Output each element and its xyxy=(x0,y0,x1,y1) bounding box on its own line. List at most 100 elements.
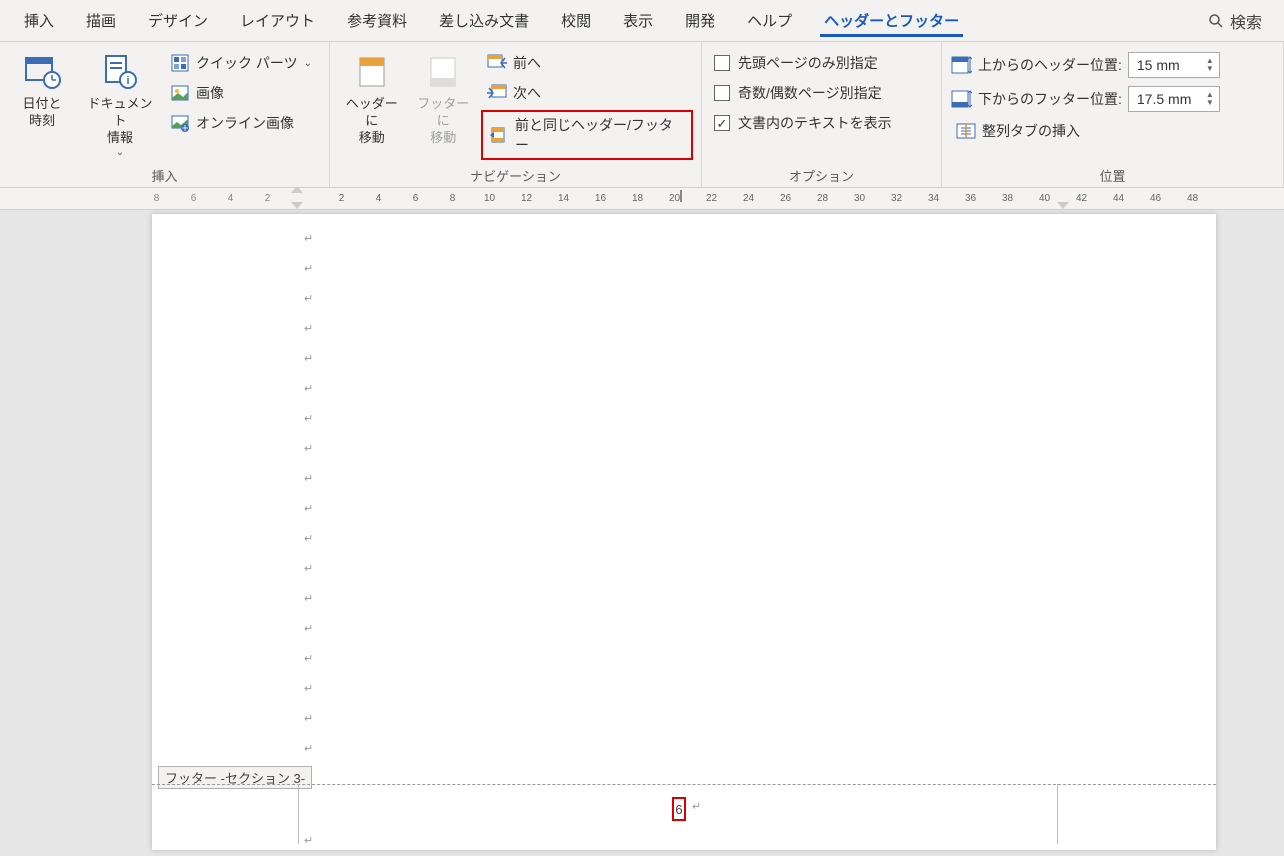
ruler-tick: 36 xyxy=(952,193,989,204)
goto-header-button[interactable]: ヘッダーに 移動 xyxy=(338,48,406,151)
ruler-tick: 2 xyxy=(249,193,286,204)
quick-parts-label: クイック パーツ xyxy=(196,53,298,73)
previous-label: 前へ xyxy=(513,53,541,73)
document-info-icon: i xyxy=(100,52,140,92)
tab-view[interactable]: 表示 xyxy=(607,2,669,39)
header-position-input[interactable]: 15 mm ▲▼ xyxy=(1128,52,1220,78)
svg-text:i: i xyxy=(126,75,129,87)
first-page-label: 先頭ページのみ別指定 xyxy=(738,53,878,73)
ruler-tick: 16 xyxy=(582,193,619,204)
paragraph-mark-icon: ↵ xyxy=(304,382,313,395)
tab-draw[interactable]: 描画 xyxy=(70,2,132,39)
paragraph-mark-icon: ↵ xyxy=(304,652,313,665)
calendar-clock-icon xyxy=(22,52,62,92)
footer-from-bottom-label: 下からのフッター位置: xyxy=(978,89,1122,109)
ruler-tick: 28 xyxy=(804,193,841,204)
tab-developer[interactable]: 開発 xyxy=(669,2,731,39)
ruler-tick: 4 xyxy=(360,193,397,204)
header-from-top-label: 上からのヘッダー位置: xyxy=(978,55,1122,75)
ruler-tick: 32 xyxy=(878,193,915,204)
right-indent-marker[interactable] xyxy=(1057,202,1069,209)
paragraph-mark-icon: ↵ xyxy=(304,592,313,605)
goto-header-label: ヘッダーに 移動 xyxy=(344,96,400,147)
group-options-label: オプション xyxy=(710,162,933,185)
ruler-tick: 6 xyxy=(175,193,212,204)
link-previous-icon xyxy=(489,125,509,145)
document-info-button[interactable]: i ドキュメント 情報 ⌄ xyxy=(80,48,160,162)
checkbox-icon xyxy=(714,55,730,71)
group-position-label: 位置 xyxy=(950,162,1275,185)
tab-strip: 挿入 描画 デザイン レイアウト 参考資料 差し込み文書 校閲 表示 開発 ヘル… xyxy=(0,0,1284,42)
page-number-value: 6 xyxy=(675,802,682,817)
ruler-tick: 2 xyxy=(323,193,360,204)
picture-button[interactable]: 画像 xyxy=(164,80,318,106)
paragraph-mark-icon: ↵ xyxy=(304,742,313,755)
spin-down-icon[interactable]: ▼ xyxy=(1205,99,1215,107)
footer-position-value: 17.5 mm xyxy=(1137,91,1191,107)
header-position-icon xyxy=(950,55,972,75)
show-text-label: 文書内のテキストを表示 xyxy=(738,113,892,133)
paragraph-mark-icon: ↵ xyxy=(304,834,313,847)
ruler-tick: 44 xyxy=(1100,193,1137,204)
ruler-tick: 10 xyxy=(471,193,508,204)
footer-position-input[interactable]: 17.5 mm ▲▼ xyxy=(1128,86,1220,112)
left-indent-marker[interactable] xyxy=(289,209,299,210)
page-number-field[interactable]: 6 xyxy=(672,797,686,821)
ruler-tick: 24 xyxy=(730,193,767,204)
group-position: 上からのヘッダー位置: 15 mm ▲▼ 下からのフッター位置: 17.5 mm… xyxy=(942,42,1284,187)
tab-header-footer[interactable]: ヘッダーとフッター xyxy=(808,2,975,39)
next-button[interactable]: 次へ xyxy=(481,80,693,106)
document-area: 8642246810121416182022242628303234363840… xyxy=(0,188,1284,856)
ruler-tick: 38 xyxy=(989,193,1026,204)
tab-layout[interactable]: レイアウト xyxy=(224,2,331,39)
header-position-value: 15 mm xyxy=(1137,57,1180,73)
goto-header-icon xyxy=(352,52,392,92)
document-page[interactable]: ↵↵↵↵↵↵↵↵↵↵↵↵↵↵↵↵↵↵ フッター -セクション 3- 6 ↵ ↵ xyxy=(152,214,1216,850)
ruler-tick: 20 xyxy=(656,193,693,204)
paragraph-mark-icon: ↵ xyxy=(304,232,313,245)
odd-even-different-checkbox[interactable]: 奇数/偶数ページ別指定 xyxy=(710,80,896,106)
online-picture-button[interactable]: オンライン画像 xyxy=(164,110,318,136)
checkbox-icon xyxy=(714,85,730,101)
online-picture-icon xyxy=(170,113,190,133)
first-line-indent-marker[interactable] xyxy=(291,188,303,193)
tab-review[interactable]: 校閲 xyxy=(545,2,607,39)
date-time-button[interactable]: 日付と 時刻 xyxy=(8,48,76,134)
ruler-tick: 22 xyxy=(693,193,730,204)
tab-references[interactable]: 参考資料 xyxy=(331,2,423,39)
group-navigation: ヘッダーに 移動 フッターに 移動 前へ 次へ 前と同じヘッダー/フッター xyxy=(330,42,702,187)
paragraph-mark-icon: ↵ xyxy=(304,442,313,455)
paragraph-mark-icon: ↵ xyxy=(304,292,313,305)
quick-parts-button[interactable]: クイック パーツ ⌄ xyxy=(164,50,318,76)
ruler-tick: 26 xyxy=(767,193,804,204)
show-document-text-checkbox[interactable]: 文書内のテキストを表示 xyxy=(710,110,896,136)
online-picture-label: オンライン画像 xyxy=(196,113,294,133)
next-icon xyxy=(487,83,507,103)
tab-mailings[interactable]: 差し込み文書 xyxy=(423,2,545,39)
picture-label: 画像 xyxy=(196,83,224,103)
previous-icon xyxy=(487,53,507,73)
paragraph-mark-icon: ↵ xyxy=(304,352,313,365)
tab-insert[interactable]: 挿入 xyxy=(8,2,70,39)
quick-parts-icon xyxy=(170,53,190,73)
search-box[interactable]: 検索 xyxy=(1194,9,1276,33)
footer-section-tag: フッター -セクション 3- xyxy=(158,766,312,789)
ruler-tick: 34 xyxy=(915,193,952,204)
horizontal-ruler[interactable]: 8642246810121416182022242628303234363840… xyxy=(0,188,1284,210)
align-tab-icon xyxy=(956,121,976,141)
group-insert-label: 挿入 xyxy=(8,162,321,185)
search-icon xyxy=(1208,13,1224,29)
hanging-indent-marker[interactable] xyxy=(291,202,303,209)
tab-design[interactable]: デザイン xyxy=(132,2,224,39)
first-page-different-checkbox[interactable]: 先頭ページのみ別指定 xyxy=(710,50,896,76)
ruler-tick: 18 xyxy=(619,193,656,204)
link-to-previous-button[interactable]: 前と同じヘッダー/フッター xyxy=(481,110,693,160)
previous-button[interactable]: 前へ xyxy=(481,50,693,76)
spin-down-icon[interactable]: ▼ xyxy=(1205,65,1215,73)
ruler-tick: 6 xyxy=(397,193,434,204)
tab-help[interactable]: ヘルプ xyxy=(731,2,808,39)
ruler-tick: 4 xyxy=(212,193,249,204)
insert-alignment-tab-button[interactable]: 整列タブの挿入 xyxy=(950,118,1220,144)
footer-from-bottom-row: 下からのフッター位置: 17.5 mm ▲▼ xyxy=(950,84,1220,114)
paragraph-mark-icon: ↵ xyxy=(304,682,313,695)
